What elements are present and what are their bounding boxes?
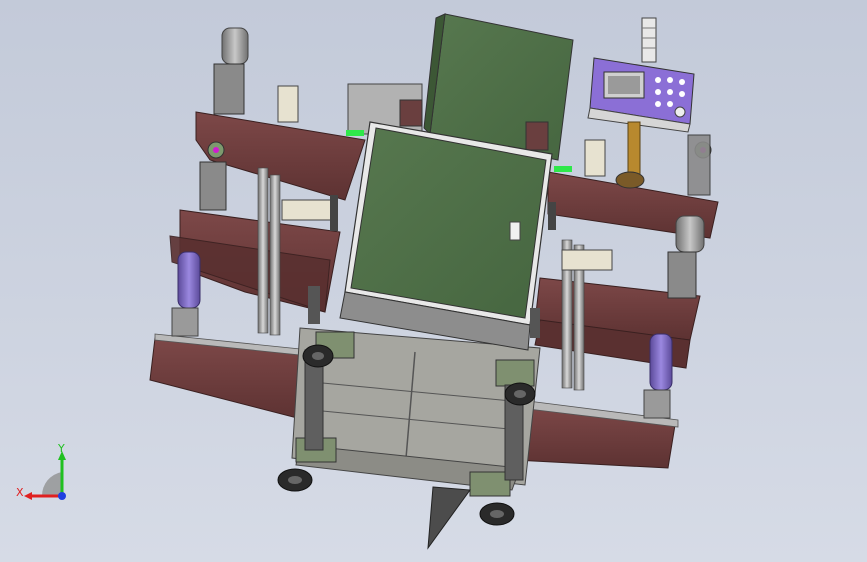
sensor-mount [199,161,227,211]
caster-hub [288,476,302,484]
servo-motor-upper-left[interactable] [221,27,249,65]
hmi-screen-display [608,76,640,94]
pneumatic-cylinder-right[interactable] [649,333,673,391]
hmi-button[interactable] [667,89,673,95]
signal-tower[interactable] [641,17,657,63]
guide-rod [269,174,281,336]
machine-model[interactable] [149,13,719,550]
motor-gearbox [667,251,697,299]
hmi-button[interactable] [667,77,673,83]
hmi-button[interactable] [655,77,661,83]
cart-corner-block [495,359,535,387]
motor-gearbox [213,63,245,115]
status-led-strip [346,130,364,136]
hmi-button[interactable] [679,79,685,85]
terminal-strip [281,199,335,221]
relay-unit [399,99,423,127]
cylinder-mount [643,389,671,419]
relay-unit [525,121,549,151]
y-axis-label: Y [57,442,65,455]
cad-viewport[interactable] [0,0,867,562]
mount-bracket [308,286,320,324]
post-base [615,171,645,189]
x-axis-label: X [16,486,24,499]
mount-bracket [548,202,556,230]
status-led-strip [554,166,572,172]
terminal-block [277,85,299,123]
cabinet-door-handle[interactable] [509,221,521,241]
hmi-button[interactable] [655,89,661,95]
caster-hub [312,352,324,360]
hmi-button[interactable] [655,101,661,107]
x-axis-arrowhead [24,492,32,500]
cylinder-mount [171,307,199,337]
terminal-strip [561,249,613,271]
guide-rod [257,167,269,334]
hmi-button[interactable] [667,101,673,107]
triad-plane [41,472,62,496]
mount-bracket [530,308,540,338]
mount-bracket [330,195,338,231]
pneumatic-cylinder-left[interactable] [177,251,201,309]
sensor-indicator [213,147,219,153]
servo-motor-right[interactable] [675,215,705,253]
emergency-stop-button[interactable] [674,106,686,118]
caster-hub [514,390,526,398]
cart-corner-block [469,471,511,497]
z-axis-dot [58,492,66,500]
hmi-button[interactable] [679,91,685,97]
sensor-mount [687,134,711,196]
terminal-block [584,139,606,177]
caster-hub [490,510,504,518]
cutting-blade[interactable] [427,486,471,550]
brass-support-post [627,121,641,179]
axis-triad: X Y [16,442,66,500]
